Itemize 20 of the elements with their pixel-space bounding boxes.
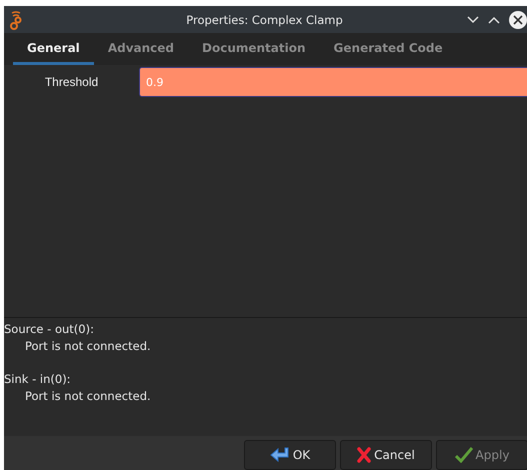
close-icon[interactable] [509, 10, 527, 28]
param-label: Threshold [44, 74, 100, 91]
app-logo-icon [10, 10, 22, 30]
port-status: Port is not connected. [24, 388, 152, 404]
port-name: Source - out(0): [4, 321, 95, 338]
port-status: Port is not connected. [24, 338, 152, 354]
port-name: Sink - in(0): [4, 371, 72, 388]
maximize-icon[interactable] [488, 16, 500, 24]
ok-button[interactable]: OK [244, 440, 336, 470]
enter-arrow-icon [270, 447, 290, 463]
threshold-field[interactable]: 0.9 [139, 67, 527, 97]
checkmark-icon [454, 447, 473, 463]
cancel-button[interactable]: Cancel [340, 440, 432, 470]
minimize-icon[interactable] [467, 16, 479, 24]
tab[interactable]: General [13, 33, 94, 65]
window-title: Properties: Complex Clamp [185, 12, 344, 26]
tab[interactable]: Generated Code [320, 33, 457, 65]
tab[interactable]: Advanced [94, 33, 188, 65]
cross-icon [357, 447, 372, 463]
tab[interactable]: Documentation [188, 33, 320, 65]
